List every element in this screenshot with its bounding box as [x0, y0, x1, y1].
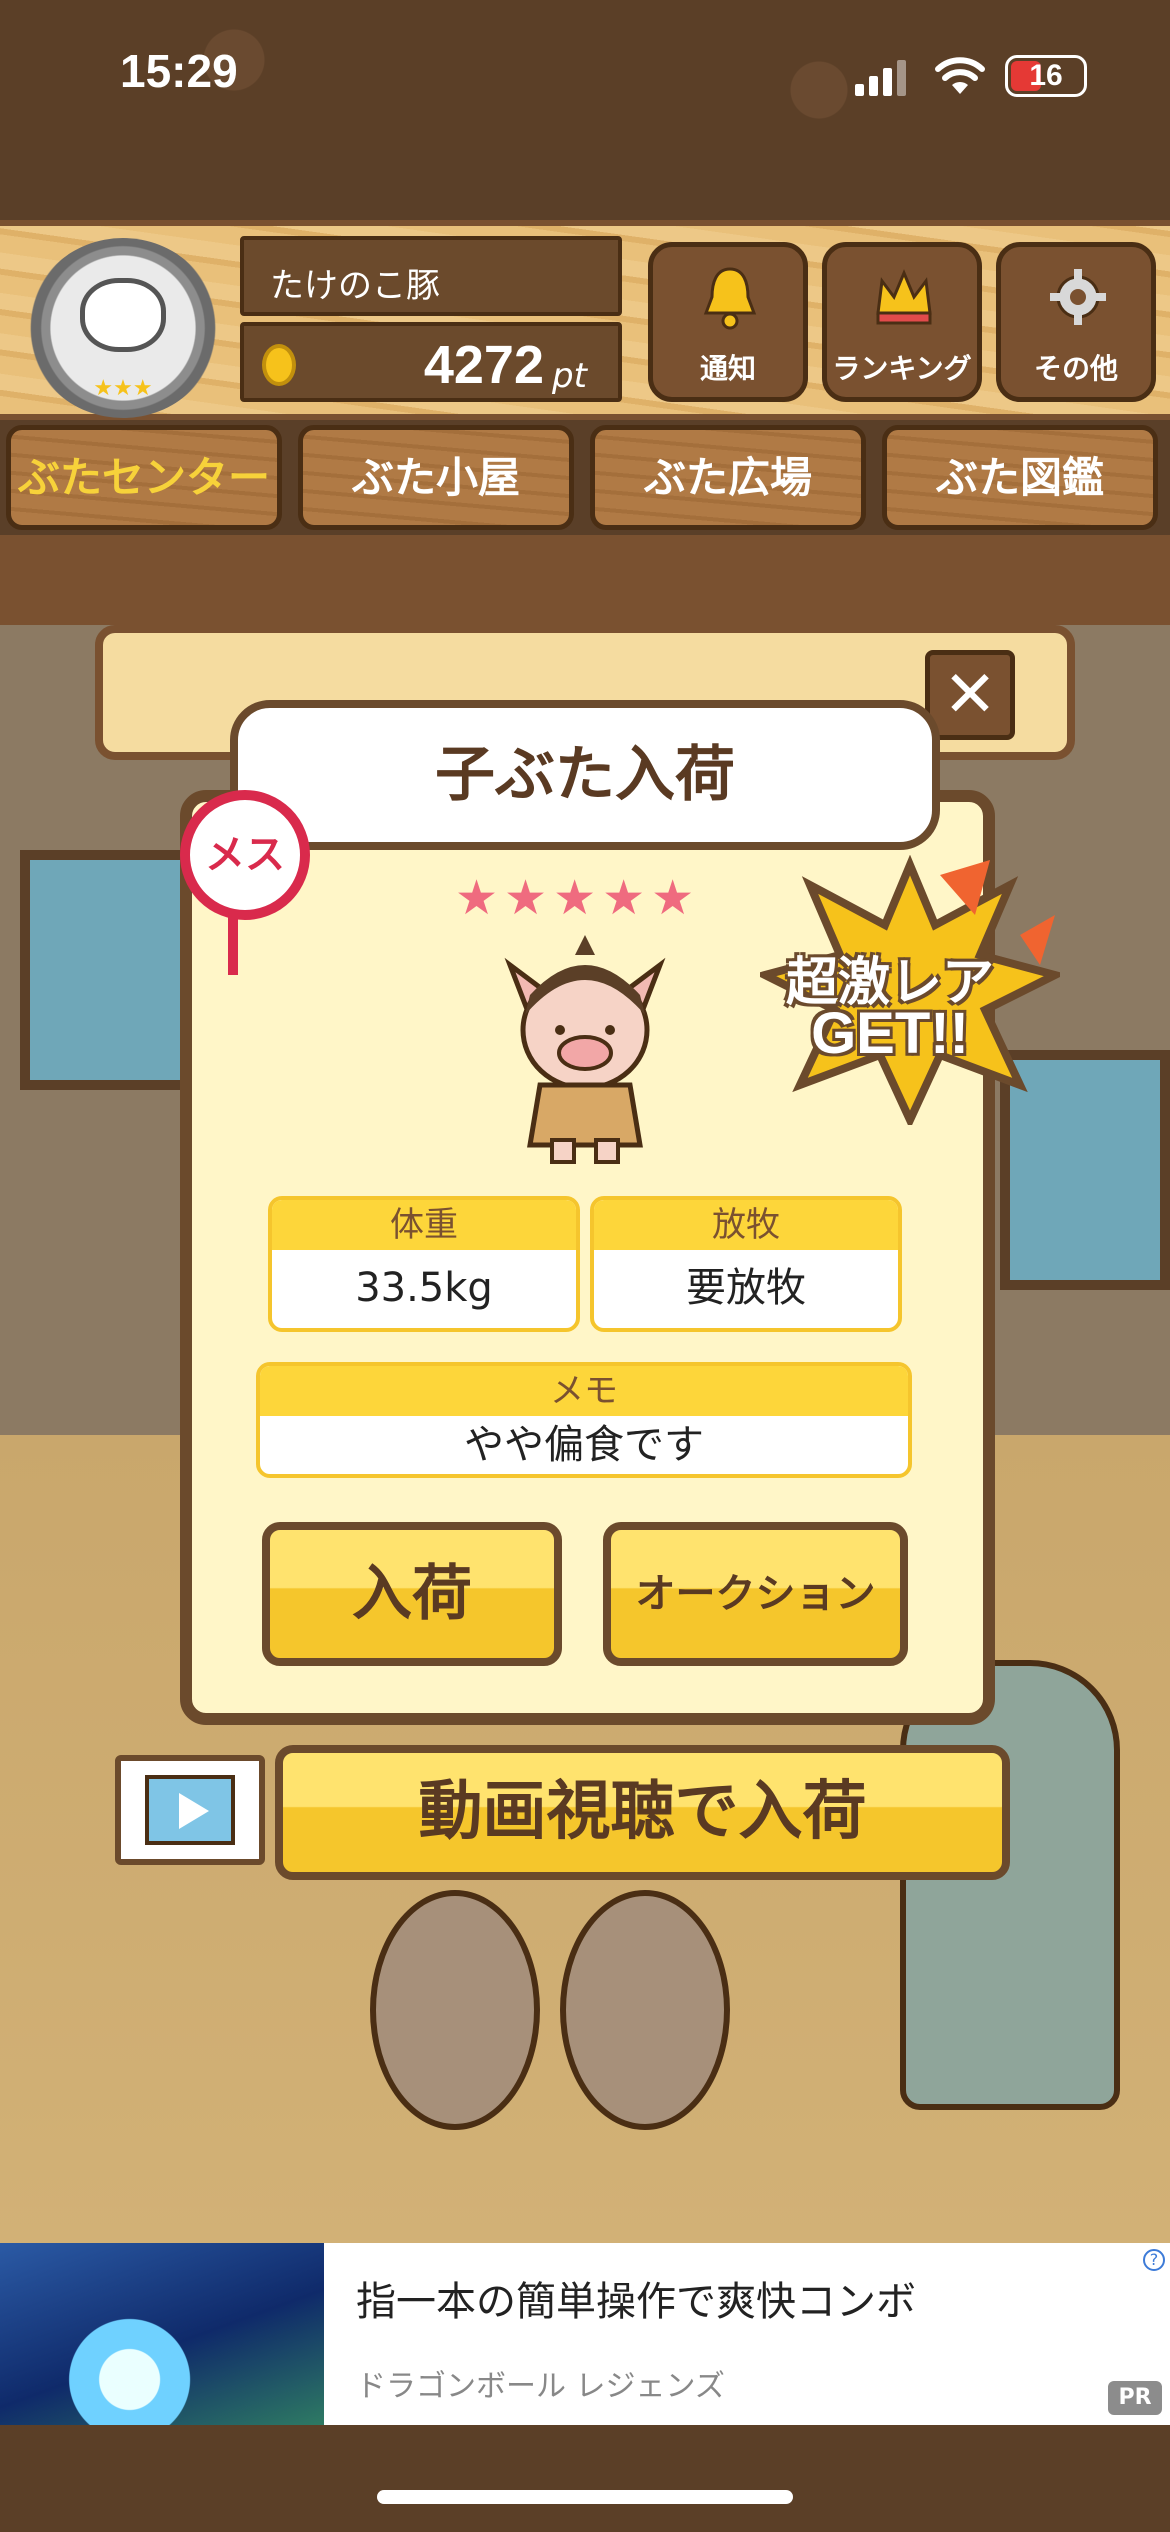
- auction-button[interactable]: オークション: [603, 1522, 908, 1666]
- crown-icon: [876, 269, 932, 325]
- grazing-value: 要放牧: [686, 1265, 806, 1311]
- tab-buta-plaza[interactable]: ぶた広場: [590, 425, 866, 530]
- ad-info-icon[interactable]: ?: [1143, 2249, 1165, 2271]
- ad-banner[interactable]: 指一本の簡単操作で爽快コンボ ドラゴンボール レジェンズ ? PR: [0, 2243, 1170, 2425]
- memo-value: やや偏食です: [464, 1422, 704, 1468]
- ranking-button[interactable]: ランキング: [822, 242, 982, 402]
- settings-button[interactable]: その他: [996, 242, 1156, 402]
- video-film-icon: [115, 1755, 265, 1865]
- barn-window: [20, 850, 200, 1090]
- dialog-title: 子ぶた入荷: [435, 740, 735, 810]
- weight-value: 33.5kg: [355, 1265, 493, 1311]
- memo-label: メモ: [260, 1366, 908, 1416]
- video-screen: [145, 1775, 235, 1845]
- stock-button[interactable]: 入荷: [262, 1522, 562, 1666]
- grazing-info: 放牧 要放牧: [590, 1196, 902, 1332]
- grazing-label: 放牧: [594, 1200, 898, 1250]
- avatar-rank-stars: ★★★: [93, 376, 153, 401]
- signal-icon: [855, 60, 906, 96]
- female-badge: メス: [180, 790, 310, 920]
- status-time: 15:29: [120, 45, 238, 97]
- watch-video-stock-button[interactable]: 動画視聴で入荷: [115, 1745, 1010, 1880]
- ad-pr-badge: PR: [1108, 2381, 1162, 2415]
- ad-subtitle[interactable]: ドラゴンボール レジェンズ: [356, 2361, 725, 2405]
- points-value: 4272: [423, 335, 544, 395]
- gender-label: メス: [205, 832, 285, 878]
- video-button-label: 動画視聴で入荷: [418, 1775, 867, 1849]
- dialog-title-ribbon: 子ぶた入荷: [230, 700, 940, 850]
- ad-image[interactable]: [0, 2243, 324, 2425]
- points-unit: pt: [552, 356, 587, 396]
- pig-character: [370, 1890, 540, 2130]
- home-indicator[interactable]: [377, 2490, 793, 2504]
- weight-label: 体重: [272, 1200, 576, 1250]
- video-button-body[interactable]: 動画視聴で入荷: [275, 1745, 1010, 1880]
- tab-buta-center[interactable]: ぶたセンター: [6, 425, 282, 530]
- bottom-background: [0, 2425, 1170, 2532]
- battery-level: 16: [1029, 59, 1063, 92]
- close-button[interactable]: ✕: [925, 650, 1015, 740]
- wifi-icon: [935, 57, 985, 94]
- settings-label: その他: [1033, 352, 1118, 385]
- farmer-character: [900, 1660, 1120, 2110]
- coin-icon: [262, 344, 296, 386]
- rarity-stars: ★★★★★: [455, 870, 701, 926]
- gear-icon: [1050, 269, 1106, 325]
- ranking-label: ランキング: [832, 352, 972, 385]
- tab-buta-encyclopedia[interactable]: ぶた図鑑: [882, 425, 1158, 530]
- get-label: GET!!: [811, 1001, 969, 1066]
- top-header: ★★★ たけのこ豚 4272 pt 通知 ランキング その他: [0, 220, 1170, 420]
- pig-avatar-icon: [80, 278, 166, 352]
- avatar[interactable]: ★★★: [28, 238, 218, 418]
- piglet-image: [504, 935, 666, 1164]
- play-icon: [179, 1793, 209, 1829]
- bell-icon: [703, 267, 757, 330]
- barn-beam: [0, 535, 1170, 625]
- notification-label: 通知: [699, 352, 756, 385]
- pig-character: [560, 1890, 730, 2130]
- points-panel: 4272 pt: [240, 322, 622, 402]
- memo-info: メモ やや偏食です: [256, 1362, 912, 1478]
- battery-indicator: 16: [1005, 55, 1087, 97]
- ad-title[interactable]: 指一本の簡単操作で爽快コンボ: [356, 2269, 916, 2327]
- weight-info: 体重 33.5kg: [268, 1196, 580, 1332]
- female-symbol-icon: [228, 915, 262, 975]
- player-name: たけのこ豚: [240, 236, 622, 316]
- tab-buta-hut[interactable]: ぶた小屋: [298, 425, 574, 530]
- notification-button[interactable]: 通知: [648, 242, 808, 402]
